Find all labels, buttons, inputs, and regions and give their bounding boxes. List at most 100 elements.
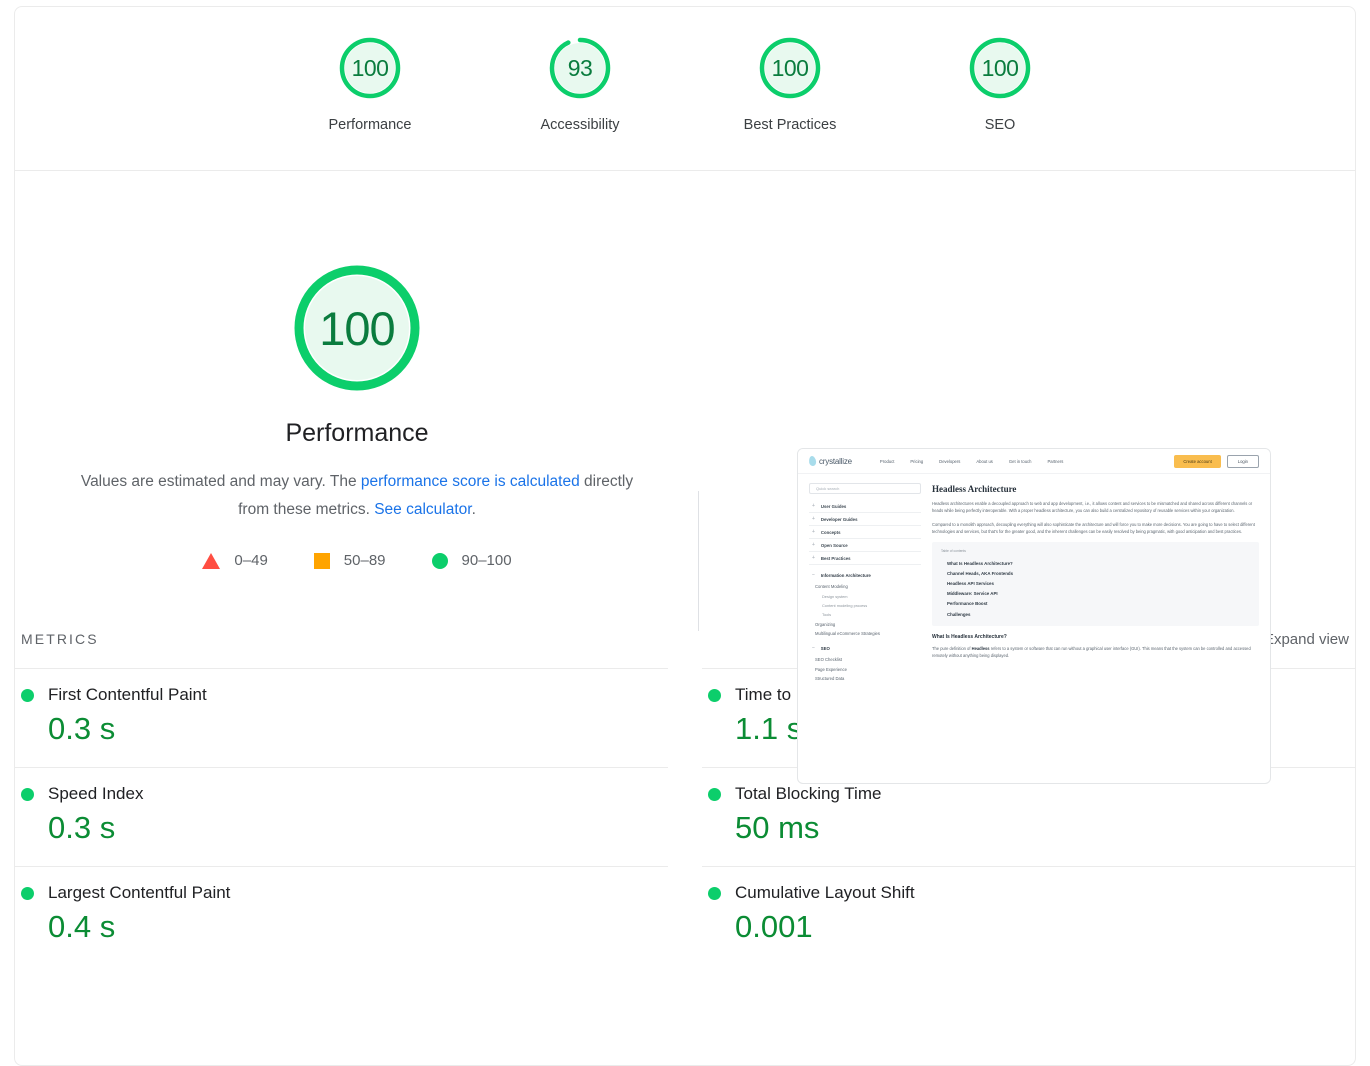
thumbnail-create-account-button: Create account xyxy=(1174,454,1221,468)
thumbnail-site-header: crystallize Product Pricing Developers Abou… xyxy=(798,449,1270,474)
metric-name: Cumulative Layout Shift xyxy=(735,883,915,902)
thumbnail-p3-part-a: The pure definition of xyxy=(932,646,972,652)
metric-name: First Contentful Paint xyxy=(48,685,207,704)
thumbnail-accordion-item: + Developer Guides xyxy=(809,513,921,526)
metric-status-pass-icon xyxy=(708,688,721,702)
thumbnail-accordion-item: + Open Source xyxy=(809,539,921,552)
square-average-icon xyxy=(313,552,330,569)
thumbnail-group-title: – Information Architecture xyxy=(809,572,921,578)
see-calculator-link[interactable]: See calculator xyxy=(374,501,471,518)
thumbnail-logo-text: crystallize xyxy=(819,456,852,466)
metric-value: 0.001 xyxy=(735,909,813,944)
thumbnail-toc-items: What Is Headless Architecture? Channel He… xyxy=(941,558,1250,619)
performance-category-title: Performance xyxy=(285,419,429,447)
metric-title-row: Largest Contentful Paint xyxy=(21,883,662,903)
thumbnail-toc-item: Performance Boost xyxy=(947,601,988,607)
metric-row[interactable]: Largest Contentful Paint 0.4 s xyxy=(15,866,668,965)
thumbnail-accordion-label: Developer Guides xyxy=(820,516,858,522)
hero-right-column: crystallize Product Pricing Developers Abou… xyxy=(699,223,1355,784)
thumbnail-nav-item: Pricing xyxy=(910,458,924,464)
score-value: 100 xyxy=(981,54,1019,81)
plus-icon: + xyxy=(812,542,815,548)
gauge-best-practices: 100 xyxy=(757,35,823,101)
thumbnail-group2-head: – SEO xyxy=(809,645,921,651)
thumbnail-nav-item: Developers xyxy=(939,458,961,464)
chevron-down-icon: – xyxy=(812,645,815,652)
score-label: Accessibility xyxy=(540,117,620,133)
metric-row[interactable]: Cumulative Layout Shift 0.001 xyxy=(702,866,1355,965)
expand-view-toggle[interactable]: Expand view xyxy=(1264,631,1349,648)
thumbnail-header-actions: Create account Login xyxy=(1174,454,1259,468)
thumbnail-group-information-architecture: – Information Architecture Content Model… xyxy=(809,572,921,638)
performance-gauge-value: 100 xyxy=(319,301,395,355)
score-label: SEO xyxy=(984,117,1016,133)
thumbnail-table-of-contents: Table of contents What Is Headless Archi… xyxy=(932,542,1259,627)
score-item-accessibility[interactable]: 93 Accessibility xyxy=(520,35,640,133)
thumbnail-main-content: Headless Architecture Headless architect… xyxy=(932,483,1259,683)
thumbnail-accordion-label: Open Source xyxy=(820,542,848,548)
score-item-seo[interactable]: 100 SEO xyxy=(940,35,1060,133)
gauge-performance: 100 xyxy=(337,35,403,101)
metric-title-row: Total Blocking Time xyxy=(708,784,1349,804)
thumbnail-group2-title: SEO xyxy=(820,645,830,651)
thumbnail-accordion-item: + User Guides xyxy=(809,500,921,513)
legend-range: 90–100 xyxy=(461,552,512,569)
score-legend: 0–49 50–89 90–100 xyxy=(202,552,512,569)
score-label: Best Practices xyxy=(743,117,837,133)
circle-pass-icon xyxy=(431,552,448,569)
crystallize-droplet-icon xyxy=(808,455,817,467)
thumbnail-toc-caption: Table of contents xyxy=(941,549,966,553)
metric-title-row: Speed Index xyxy=(21,784,662,804)
metric-row[interactable]: Speed Index 0.3 s xyxy=(15,767,668,866)
thumbnail-toc-item: Middleware: Service API xyxy=(947,591,998,597)
thumbnail-login-button: Login xyxy=(1226,454,1259,468)
thumbnail-nav-item: Product xyxy=(879,458,895,464)
thumbnail-nav-item: Get in touch xyxy=(1008,458,1032,464)
score-item-best-practices[interactable]: 100 Best Practices xyxy=(730,35,850,133)
metric-value: 0.3 s xyxy=(48,711,116,746)
thumbnail-toc-item: Challenges xyxy=(947,611,971,617)
thumbnail-accordion-label: Best Practices xyxy=(820,555,851,561)
thumbnail-nav-item: Partners xyxy=(1047,458,1064,464)
hero-left-column: 100 Performance Values are estimated and… xyxy=(15,223,699,589)
thumbnail-group-seo: – SEO SEO Checklist Page Experience Struct… xyxy=(809,645,921,683)
score-gauges-strip: 100 Performance 93 Accessibility 100 Best Pra… xyxy=(15,7,1355,171)
legend-range: 0–49 xyxy=(234,552,268,569)
thumbnail-sidebar-link: Structured Data xyxy=(815,676,845,682)
thumbnail-paragraph-2: Compared to a monolith approach, decoupl… xyxy=(932,522,1255,534)
score-value: 100 xyxy=(351,54,389,81)
thumbnail-accordion-list: + User Guides + Developer Guides + Concepts + O… xyxy=(809,500,921,565)
description-text-part-1: Values are estimated and may vary. The xyxy=(80,473,361,490)
thumbnail-sidebar-link: Organizing xyxy=(815,621,836,627)
thumbnail-toc-item: Headless API Services xyxy=(947,580,994,586)
metric-value: 0.4 s xyxy=(48,909,116,944)
performance-category-hero: 100 Performance Values are estimated and… xyxy=(15,171,1355,784)
thumbnail-accordion-label: Concepts xyxy=(820,529,841,535)
performance-score-calculated-link[interactable]: performance score is calculated xyxy=(361,473,580,490)
thumbnail-p3-bold: Headless xyxy=(971,646,990,652)
thumbnail-body: Quick search + User Guides + Developer Guid… xyxy=(798,474,1270,683)
thumbnail-accordion-label: User Guides xyxy=(820,503,847,509)
thumbnail-accordion-item: + Concepts xyxy=(809,526,921,539)
plus-icon: + xyxy=(812,555,815,561)
metric-title-row: First Contentful Paint xyxy=(21,685,662,705)
performance-gauge-large: 100 xyxy=(290,261,424,395)
description-text-part-3: . xyxy=(471,501,476,518)
metric-status-pass-icon xyxy=(708,886,721,900)
score-item-performance[interactable]: 100 Performance xyxy=(310,35,430,133)
metric-row[interactable]: First Contentful Paint 0.3 s xyxy=(15,668,668,767)
thumbnail-group1-links: Content Modeling Design system Content mod… xyxy=(809,582,921,638)
final-screenshot-thumbnail: crystallize Product Pricing Developers Abou… xyxy=(797,448,1271,784)
thumbnail-toc-item: What Is Headless Architecture? xyxy=(947,560,1013,566)
metric-status-pass-icon xyxy=(21,787,34,801)
legend-item-2: 90–100 xyxy=(431,552,512,569)
legend-item-1: 50–89 xyxy=(313,552,386,569)
metric-name: Largest Contentful Paint xyxy=(48,883,231,902)
performance-description: Values are estimated and may vary. The p… xyxy=(77,468,637,524)
thumbnail-article-title: Headless Architecture xyxy=(932,484,1017,494)
thumbnail-nav-item: About us xyxy=(976,458,993,464)
thumbnail-sidebar-link: Content modeling process xyxy=(822,602,868,608)
thumbnail-toc-item: Channel Heads, AKA Frontends xyxy=(947,570,1014,576)
plus-icon: + xyxy=(812,529,815,535)
score-value: 93 xyxy=(567,54,593,81)
